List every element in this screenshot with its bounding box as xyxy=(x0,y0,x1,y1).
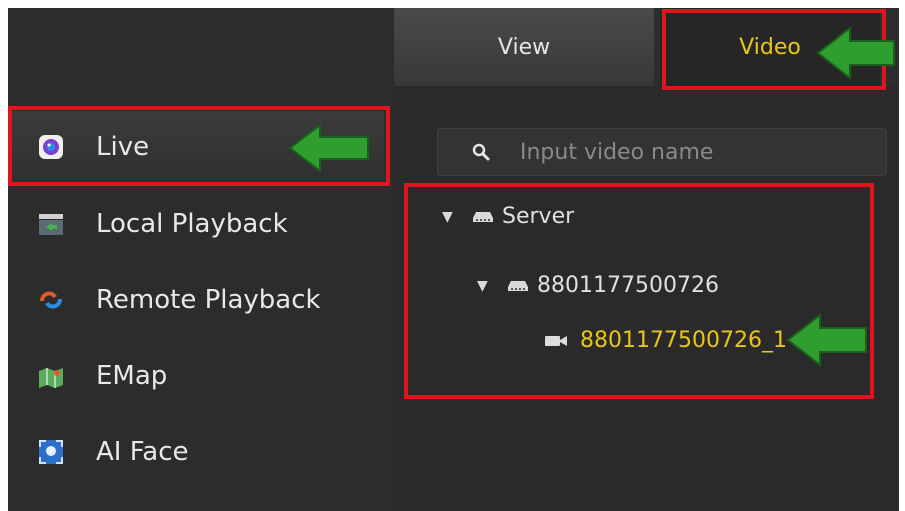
sidebar-item-remote-playback[interactable]: Remote Playback xyxy=(8,264,384,336)
app-window: Live Local Playback Remote Playback EMap… xyxy=(8,8,899,511)
sidebar-item-label: Remote Playback xyxy=(96,285,321,315)
green-arrow-icon xyxy=(786,313,867,367)
search-icon[interactable] xyxy=(472,143,490,161)
emap-icon xyxy=(38,363,64,389)
remote-playback-icon xyxy=(38,287,64,313)
sidebar-item-label: EMap xyxy=(96,361,168,391)
green-arrow-icon xyxy=(288,123,369,173)
local-playback-icon xyxy=(38,211,64,237)
ai-face-icon xyxy=(38,439,64,465)
tab-label: View xyxy=(497,34,551,60)
search-box xyxy=(437,128,887,176)
green-arrow-icon xyxy=(816,26,895,80)
sidebar-item-label: AI Face xyxy=(96,437,189,467)
tab-view[interactable]: View xyxy=(394,8,654,86)
sidebar-item-emap[interactable]: EMap xyxy=(8,340,384,412)
sidebar-item-ai-face[interactable]: AI Face xyxy=(8,416,384,488)
sidebar-item-local-playback[interactable]: Local Playback xyxy=(8,188,384,260)
search-input[interactable] xyxy=(518,138,842,166)
sidebar-item-label: Local Playback xyxy=(96,209,288,239)
sidebar: Live Local Playback Remote Playback EMap… xyxy=(8,8,394,511)
